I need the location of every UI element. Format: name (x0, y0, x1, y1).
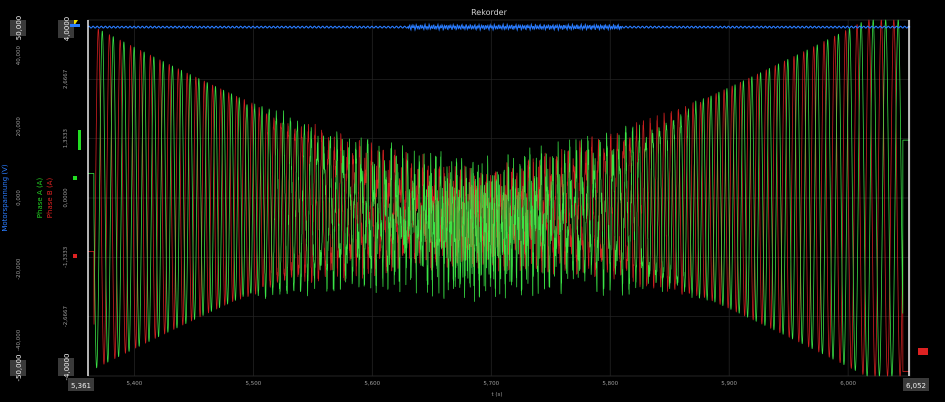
voltage-tick-label: 50,000 (15, 16, 23, 41)
x-tick-label: 5,800 (602, 381, 618, 387)
voltage-tick-label: 20,000 (16, 117, 22, 137)
x-tick-label: 5,600 (364, 381, 380, 387)
current-tick-label: 2,6667 (63, 69, 69, 89)
cursor-right-value: 6,052 (906, 382, 926, 390)
voltage-tick-label: -50,000 (15, 354, 23, 381)
current-tick-label: -1,3333 (63, 246, 69, 268)
current-tick-label: 0,0000 (63, 188, 69, 208)
voltage-tick-label: -40,000 (16, 329, 22, 351)
current-tick-label: 4,0000 (63, 17, 71, 42)
current-tick-label: -4,0000 (63, 353, 71, 380)
voltage-tick-label: -20,000 (16, 258, 22, 280)
recorder-chart: Rekorder 50,000 40,000 20,000 0,000 -20,000 -… (0, 0, 945, 402)
current-tick-label: -2,6667 (63, 306, 69, 328)
current-tick-label: 1,3333 (63, 129, 69, 149)
phase-b-end-marker (918, 348, 928, 355)
voltage-tick-label: 0,000 (16, 190, 22, 206)
phase-a-axis-label: Phase A (A) (36, 178, 44, 219)
phase-b-axis-label: Phase B (A) (46, 178, 54, 219)
phase-b-value-marker (73, 254, 77, 258)
voltage-axis-label: Motorspannung (V) (1, 164, 9, 232)
voltage-marker (70, 24, 80, 27)
x-tick-label: 6,000 (840, 381, 856, 387)
phase-a-value-marker (73, 176, 77, 180)
voltage-tick-label: 40,000 (16, 45, 22, 65)
phase-a-marker (78, 130, 81, 150)
chart-title: Rekorder (471, 8, 508, 17)
x-tick-label: 5,700 (483, 381, 499, 387)
x-tick-label: 5,900 (721, 381, 737, 387)
x-axis-label: t (s) (491, 392, 502, 398)
x-tick-label: 5,500 (245, 381, 261, 387)
cursor-left-value: 5,361 (71, 382, 91, 390)
x-tick-label: 5,400 (127, 381, 143, 387)
